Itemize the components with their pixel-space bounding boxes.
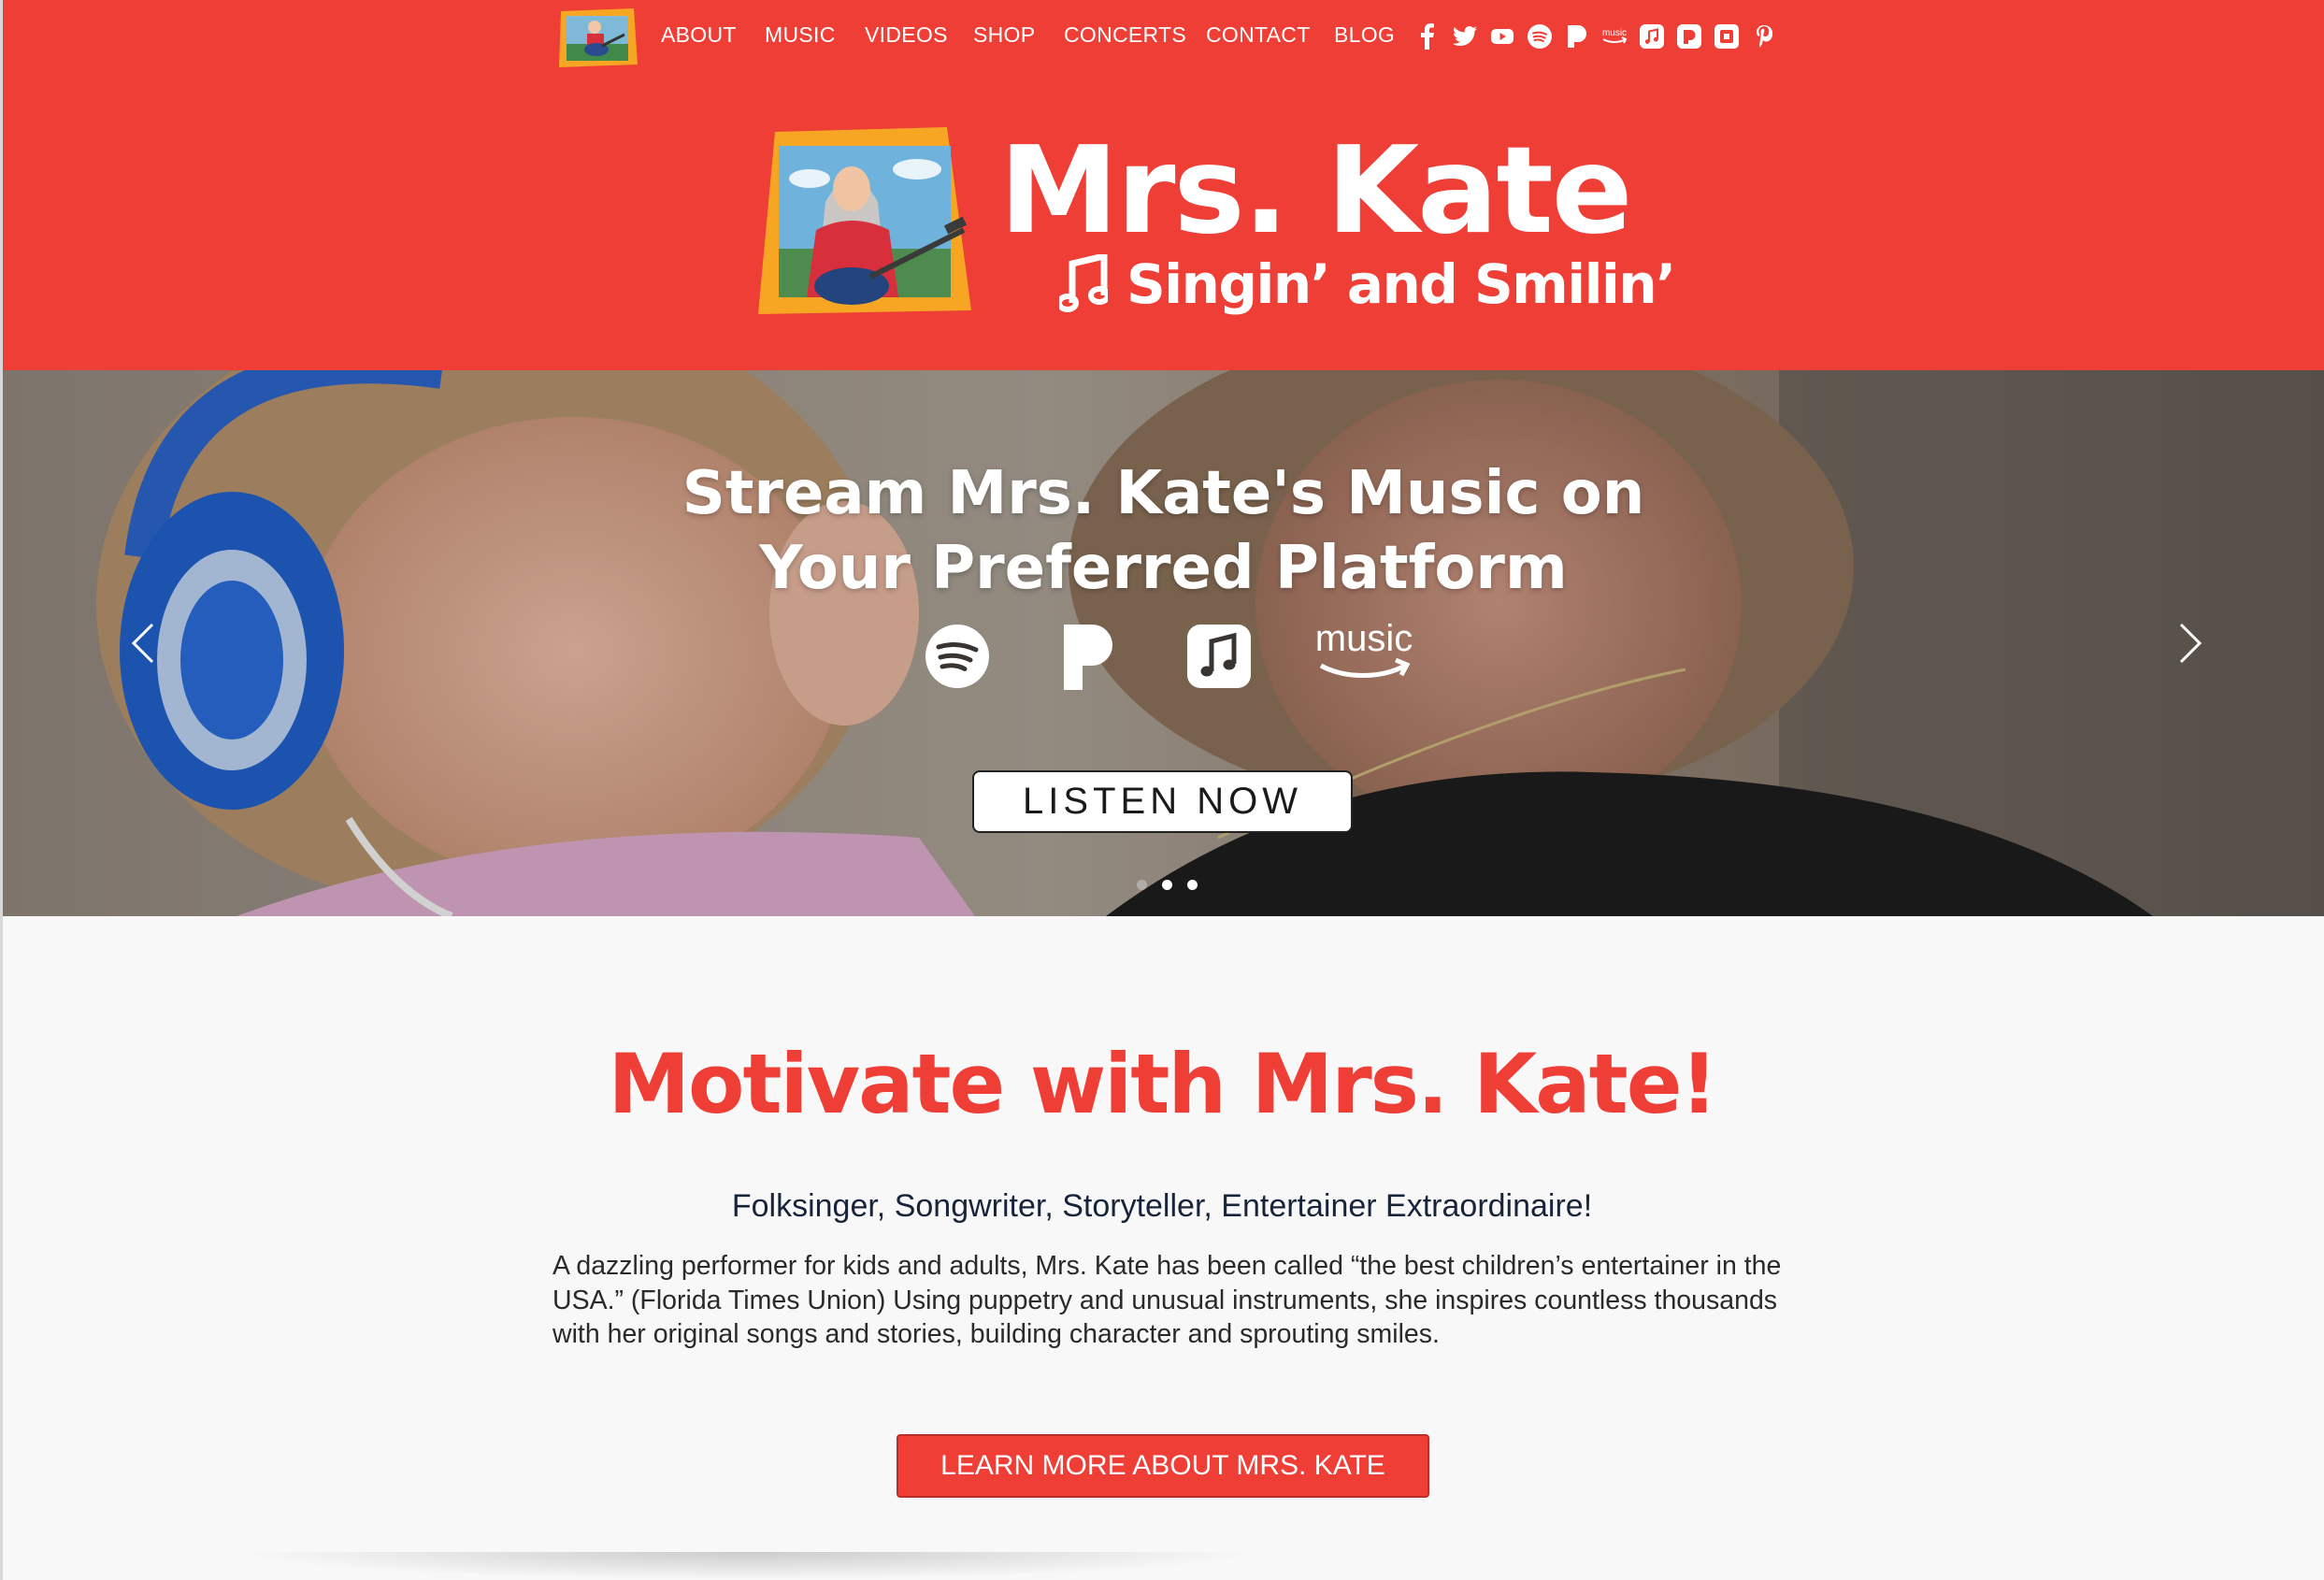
next-slide-arrow-icon[interactable] [2160, 615, 2216, 671]
page: ABOUT MUSIC VIDEOS SHOP CONCERTS CONTACT… [0, 0, 2324, 1580]
slide-dot-1[interactable] [1137, 880, 1147, 890]
pandora-icon[interactable] [1561, 21, 1593, 52]
amazon-music-small-text: music [1602, 28, 1627, 38]
site-tagline: Singin’ and Smilin’ [1126, 252, 1676, 316]
learn-more-button[interactable]: LEARN MORE ABOUT MRS. KATE [897, 1434, 1429, 1498]
listen-now-button[interactable]: LISTEN NOW [972, 770, 1353, 833]
amazon-music-icon[interactable]: music [1310, 619, 1418, 694]
slide-dot-3[interactable] [1187, 880, 1198, 890]
spotify-icon[interactable] [924, 619, 991, 694]
hero-title-line-2: Your Preferred Platform [759, 534, 1568, 603]
hero-title: Stream Mrs. Kate's Music on Your Preferr… [3, 456, 2324, 606]
main-headline: Motivate with Mrs. Kate! [608, 1036, 1717, 1132]
slide-dot-2[interactable] [1162, 880, 1172, 890]
nav-shop[interactable]: SHOP [973, 22, 1035, 48]
section-shadow [234, 1552, 1262, 1580]
apple-music-icon[interactable] [1636, 21, 1668, 52]
nav-music[interactable]: MUSIC [765, 22, 836, 48]
pandora-alt-icon[interactable] [1673, 21, 1705, 52]
site-title[interactable]: Mrs. Kate [999, 122, 1632, 262]
amazon-music-icon[interactable]: music [1599, 21, 1630, 52]
music-note-icon [1059, 254, 1108, 312]
site-header: ABOUT MUSIC VIDEOS SHOP CONCERTS CONTACT… [3, 0, 2324, 370]
hero-title-line-1: Stream Mrs. Kate's Music on [681, 459, 1645, 528]
nav-concerts[interactable]: CONCERTS [1064, 22, 1186, 48]
amazon-music-text: music [1315, 619, 1413, 659]
apple-music-icon[interactable] [1185, 619, 1253, 694]
nav-about[interactable]: ABOUT [661, 22, 737, 48]
subheadline: Folksinger, Songwriter, Storyteller, Ent… [731, 1188, 1593, 1224]
nav-contact[interactable]: CONTACT [1206, 22, 1311, 48]
twitter-icon[interactable] [1449, 21, 1481, 52]
nav-blog[interactable]: BLOG [1334, 22, 1395, 48]
pinterest-icon[interactable] [1748, 21, 1780, 52]
spotify-icon[interactable] [1524, 21, 1556, 52]
hero-slideshow: Stream Mrs. Kate's Music on Your Preferr… [3, 370, 2324, 916]
mrs-kate-logo-photo[interactable] [758, 127, 971, 314]
top-nav: ABOUT MUSIC VIDEOS SHOP CONCERTS CONTACT… [3, 0, 2324, 75]
youtube-icon[interactable] [1486, 21, 1518, 52]
square-icon[interactable] [1711, 21, 1743, 52]
intro-paragraph: A dazzling performer for kids and adults… [552, 1251, 1782, 1349]
hero-background-photo [3, 370, 2324, 916]
prev-slide-arrow-icon[interactable] [117, 615, 173, 671]
nav-videos[interactable]: VIDEOS [865, 22, 948, 48]
facebook-icon[interactable] [1412, 21, 1443, 52]
nav-logo-thumbnail[interactable] [557, 8, 638, 67]
pandora-icon[interactable] [1062, 619, 1120, 694]
